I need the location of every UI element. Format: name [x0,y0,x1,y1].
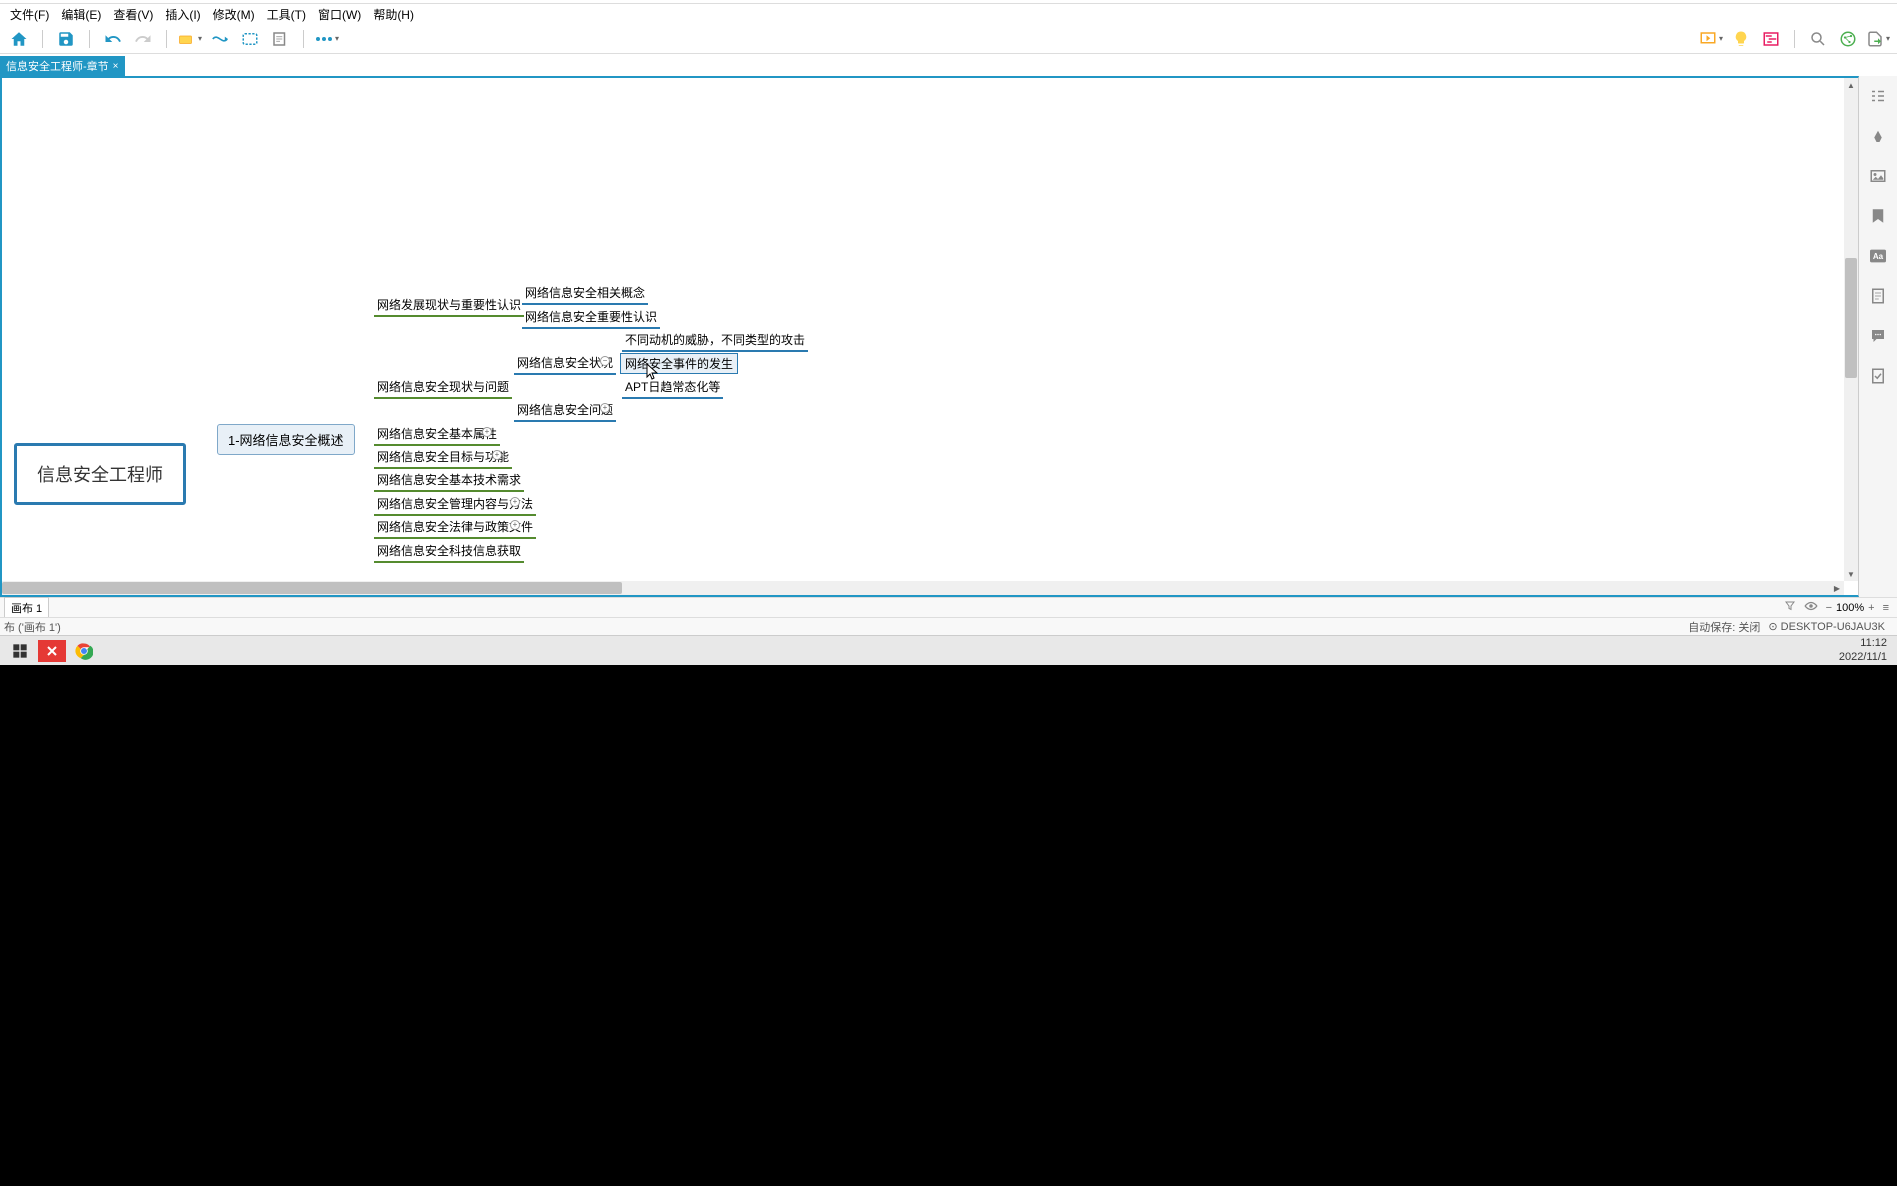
tab-label: 信息安全工程师-章节 [6,58,109,74]
zoom-out-icon[interactable]: − [1826,602,1832,614]
mindmap-node[interactable]: 网络信息安全基本技术需求 [374,469,524,492]
zoom-in-icon[interactable]: + [1868,602,1874,614]
more-icon[interactable]: ▾ [315,27,339,51]
eye-icon[interactable] [1804,601,1818,614]
zoom-list-icon[interactable]: ≡ [1883,602,1889,614]
xmind-taskbar-icon[interactable] [38,640,66,662]
mindmap-node[interactable]: 网络信息安全科技信息获取 [374,540,524,563]
boundary-icon[interactable] [238,27,262,51]
status-autosave: 自动保存: 关闭 [1688,619,1760,635]
notes-icon[interactable] [1868,286,1888,306]
search-icon[interactable] [1806,27,1830,51]
present-icon[interactable]: ▾ [1699,27,1723,51]
mindmap-node[interactable]: 网络信息安全基本属性 [374,423,500,446]
black-border [0,665,1897,1186]
menu-tools[interactable]: 工具(T) [261,6,312,23]
windows-start-icon[interactable] [6,640,34,662]
task-icon[interactable] [1868,366,1888,386]
menu-file[interactable]: 文件(F) [4,6,55,23]
chrome-taskbar-icon[interactable] [70,640,98,662]
clock-date: 2022/11/1 [1839,651,1887,664]
scroll-thumb[interactable] [2,582,622,594]
status-bar: 布 ('画布 1') 自动保存: 关闭 ⊙ DESKTOP-U6JAU3K [0,617,1897,635]
document-tab[interactable]: 信息安全工程师-章节 × [0,56,125,76]
toolbar-separator [42,30,43,48]
canvas-area[interactable]: 信息安全工程师 1-网络信息安全概述 网络发展现状与重要性认识 网络信息安全现状… [0,76,1859,597]
relationship-icon[interactable] [208,27,232,51]
outline-icon[interactable] [1868,86,1888,106]
vertical-scrollbar[interactable]: ▲ ▼ [1844,78,1858,581]
zoom-value: 100% [1836,602,1864,614]
summary-icon[interactable] [268,27,292,51]
menu-bar: 文件(F) 编辑(E) 查看(V) 插入(I) 修改(M) 工具(T) 窗口(W… [0,4,1897,24]
toolbar: ▾ ▾ ▾ ▾ [0,24,1897,54]
insert-topic-icon[interactable]: ▾ [178,27,202,51]
gantt-icon[interactable] [1759,27,1783,51]
mindmap-root-node[interactable]: 信息安全工程师 [14,443,186,505]
mindmap-node[interactable]: 不同动机的威胁，不同类型的攻击 [622,329,808,352]
scroll-up-icon[interactable]: ▲ [1844,78,1858,92]
comments-icon[interactable] [1868,326,1888,346]
status-left: 布 ('画布 1') [4,619,61,635]
scroll-right-icon[interactable]: ▶ [1830,581,1844,595]
tab-close-icon[interactable]: × [113,61,119,72]
mindmap-connectors [2,78,302,228]
menu-insert[interactable]: 插入(I) [159,6,206,23]
mindmap-node-l1[interactable]: 1-网络信息安全概述 [217,424,355,455]
expand-toggle-icon[interactable]: + [510,497,520,507]
expand-toggle-icon[interactable]: + [482,427,492,437]
expand-toggle-icon[interactable]: + [492,450,502,460]
font-icon[interactable]: Aa [1868,246,1888,266]
menu-edit[interactable]: 编辑(E) [55,6,107,23]
expand-toggle-icon[interactable]: − [600,356,610,366]
scroll-thumb[interactable] [1845,258,1857,378]
image-icon[interactable] [1868,166,1888,186]
export-icon[interactable]: ▾ [1866,27,1890,51]
filter-icon[interactable] [1784,600,1796,615]
toolbar-separator [89,30,90,48]
toolbar-separator [1794,30,1795,48]
mindmap-node[interactable]: APT日趋常态化等 [622,376,723,399]
mindmap-node[interactable]: 网络发展现状与重要性认识 [374,294,524,317]
tab-bar: 信息安全工程师-章节 × [0,54,1897,76]
menu-help[interactable]: 帮助(H) [367,6,420,23]
mindmap-node[interactable]: 网络信息安全现状与问题 [374,376,512,399]
redo-icon[interactable] [131,27,155,51]
share-icon[interactable] [1836,27,1860,51]
mindmap-node-selected[interactable]: 网络安全事件的发生 [620,353,738,374]
windows-taskbar: 11:12 2022/11/1 [0,635,1897,665]
mindmap-node[interactable]: 网络信息安全相关概念 [522,282,648,305]
zoom-bar: 画布 1 − 100% + ≡ [0,597,1897,617]
mindmap-node[interactable]: 网络信息安全目标与功能 [374,446,512,469]
taskbar-clock[interactable]: 11:12 2022/11/1 [1833,637,1893,663]
undo-icon[interactable] [101,27,125,51]
format-icon[interactable] [1868,126,1888,146]
menu-window[interactable]: 窗口(W) [312,6,367,23]
menu-modify[interactable]: 修改(M) [207,6,261,23]
expand-toggle-icon[interactable]: + [600,403,610,413]
scroll-down-icon[interactable]: ▼ [1844,567,1858,581]
status-host: ⊙ DESKTOP-U6JAU3K [1768,620,1885,633]
toolbar-separator [166,30,167,48]
save-icon[interactable] [54,27,78,51]
clock-time: 11:12 [1839,637,1887,650]
mindmap-node[interactable]: 网络信息安全重要性认识 [522,306,660,329]
expand-toggle-icon[interactable]: + [510,520,520,530]
right-panel: Aa [1859,76,1897,597]
menu-view[interactable]: 查看(V) [107,6,159,23]
svg-text:Aa: Aa [1873,252,1884,261]
toolbar-separator [303,30,304,48]
home-icon[interactable] [7,27,31,51]
horizontal-scrollbar[interactable]: ▶ [2,581,1844,595]
idea-icon[interactable] [1729,27,1753,51]
sheet-tab[interactable]: 画布 1 [4,597,49,619]
marker-icon[interactable] [1868,206,1888,226]
